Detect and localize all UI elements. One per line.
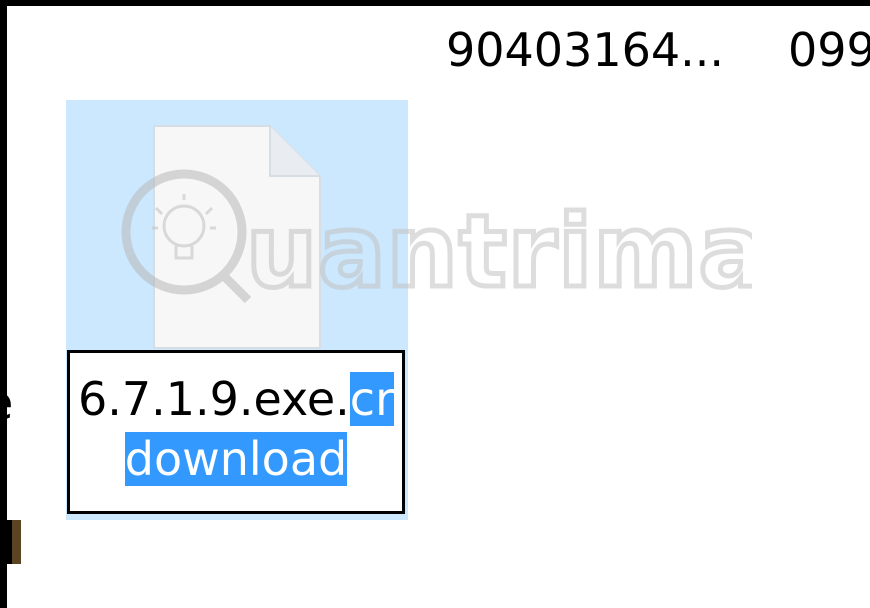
neighbor-item-text: e bbox=[7, 378, 13, 428]
selected-file-item[interactable]: 6.7.1.9.exe.cr download bbox=[66, 100, 408, 520]
rename-selected-text-1: cr bbox=[349, 372, 394, 426]
neighbor-item-marker bbox=[7, 520, 21, 564]
rename-plain-text: 6.7.1.9.exe. bbox=[78, 372, 350, 426]
rename-selected-text-2: download bbox=[124, 432, 348, 486]
rename-line-1: 6.7.1.9.exe.cr bbox=[70, 369, 402, 429]
window-border-top bbox=[0, 0, 870, 6]
column-header-2[interactable]: 099 bbox=[788, 24, 870, 76]
generic-file-icon bbox=[153, 125, 321, 349]
explorer-view: 90403164... 099 e 6.7.1.9.exe.cr downloa… bbox=[0, 0, 870, 608]
rename-line-2: download bbox=[70, 429, 402, 489]
window-border-left bbox=[0, 0, 7, 608]
neighbor-item-label[interactable]: e bbox=[7, 378, 47, 428]
column-header-1[interactable]: 90403164... bbox=[446, 24, 724, 76]
rename-input[interactable]: 6.7.1.9.exe.cr download bbox=[67, 350, 405, 514]
